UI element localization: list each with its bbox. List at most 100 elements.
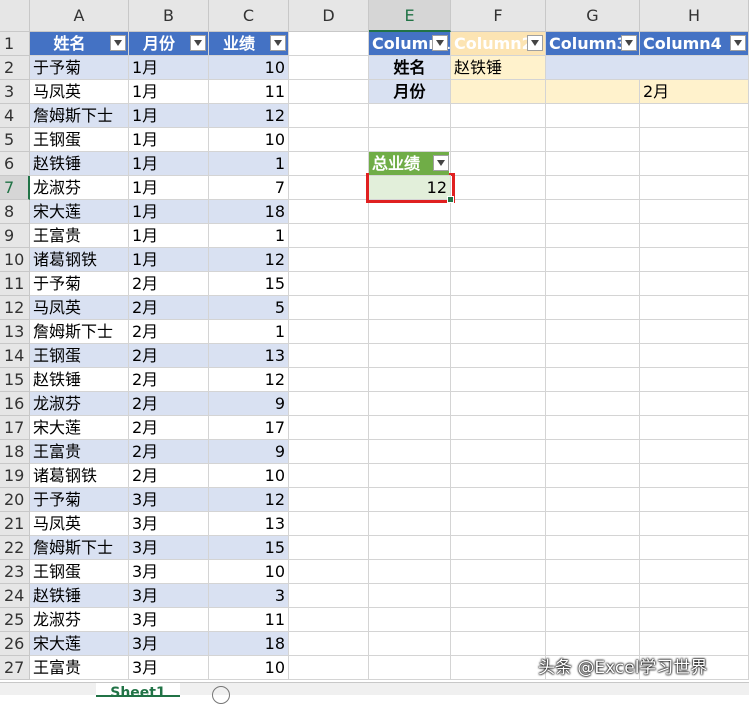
row-header-10[interactable]: 10	[0, 248, 30, 272]
grid-cell[interactable]	[369, 272, 451, 296]
grid-cell[interactable]	[640, 512, 749, 536]
row-header-13[interactable]: 13	[0, 320, 30, 344]
row-header-5[interactable]: 5	[0, 128, 30, 152]
grid-cell[interactable]	[546, 416, 640, 440]
grid-cell[interactable]	[546, 608, 640, 632]
table-cell-month[interactable]: 3月	[129, 488, 209, 512]
grid-cell[interactable]	[640, 440, 749, 464]
grid-cell[interactable]	[289, 80, 369, 104]
table-cell-score[interactable]: 18	[209, 200, 289, 224]
grid-cell[interactable]	[451, 464, 546, 488]
table-cell-score[interactable]: 3	[209, 584, 289, 608]
column-header-g[interactable]: G	[546, 0, 640, 32]
grid-cell[interactable]	[546, 248, 640, 272]
row-header-2[interactable]: 2	[0, 56, 30, 80]
filter-dropdown-icon[interactable]	[527, 35, 543, 51]
grid-cell[interactable]	[451, 152, 546, 176]
grid-cell[interactable]	[369, 296, 451, 320]
grid-cell[interactable]	[546, 128, 640, 152]
grid-cell[interactable]	[546, 152, 640, 176]
grid-cell[interactable]	[369, 128, 451, 152]
table-cell-name[interactable]: 王钢蛋	[30, 560, 129, 584]
row-header-27[interactable]: 27	[0, 656, 30, 680]
table-cell-score[interactable]: 1	[209, 224, 289, 248]
table-cell-name[interactable]: 诸葛钢铁	[30, 464, 129, 488]
row-header-18[interactable]: 18	[0, 440, 30, 464]
grid-cell[interactable]	[546, 584, 640, 608]
grid-cell[interactable]	[451, 536, 546, 560]
grid-cell[interactable]	[546, 560, 640, 584]
grid-cell[interactable]	[289, 320, 369, 344]
column-header-b[interactable]: B	[129, 0, 209, 32]
column-header-f[interactable]: F	[451, 0, 546, 32]
table-cell-name[interactable]: 詹姆斯下士	[30, 104, 129, 128]
table-cell-month[interactable]: 1月	[129, 176, 209, 200]
grid-cell[interactable]	[640, 344, 749, 368]
table-cell-month[interactable]: 2月	[129, 464, 209, 488]
criteria-label-month[interactable]: 月份	[369, 80, 451, 104]
table-cell-score[interactable]: 12	[209, 488, 289, 512]
column-header-h[interactable]: H	[640, 0, 749, 32]
table-cell-score[interactable]: 9	[209, 440, 289, 464]
grid-cell[interactable]	[289, 632, 369, 656]
grid-cell[interactable]	[289, 584, 369, 608]
grid-cell[interactable]	[369, 560, 451, 584]
grid-cell[interactable]	[546, 320, 640, 344]
row-header-19[interactable]: 19	[0, 464, 30, 488]
grid-cell[interactable]	[289, 608, 369, 632]
table-cell-score[interactable]: 10	[209, 464, 289, 488]
table-cell-name[interactable]: 王钢蛋	[30, 128, 129, 152]
grid-cell[interactable]	[369, 512, 451, 536]
grid-cell[interactable]	[640, 296, 749, 320]
criteria-cell[interactable]	[546, 56, 749, 80]
grid-cell[interactable]	[369, 104, 451, 128]
table-cell-score[interactable]: 9	[209, 392, 289, 416]
grid-cell[interactable]	[546, 344, 640, 368]
table-cell-score[interactable]: 18	[209, 632, 289, 656]
grid-cell[interactable]	[640, 488, 749, 512]
grid-cell[interactable]	[640, 560, 749, 584]
criteria-cell[interactable]	[451, 80, 546, 104]
grid-cell[interactable]	[546, 176, 640, 200]
table-cell-score[interactable]: 11	[209, 80, 289, 104]
table-cell-name[interactable]: 马凤英	[30, 296, 129, 320]
grid-cell[interactable]	[451, 416, 546, 440]
grid-cell[interactable]	[640, 368, 749, 392]
table-cell-month[interactable]: 2月	[129, 392, 209, 416]
grid-cell[interactable]	[289, 368, 369, 392]
sheet-tab-sheet1[interactable]: Sheet1	[96, 683, 180, 697]
grid-cell[interactable]	[289, 536, 369, 560]
grid-cell[interactable]	[640, 224, 749, 248]
grid-cell[interactable]	[451, 296, 546, 320]
table-cell-name[interactable]: 于予菊	[30, 488, 129, 512]
grid-cell[interactable]	[640, 320, 749, 344]
grid-cell[interactable]	[289, 152, 369, 176]
table-cell-name[interactable]: 宋大莲	[30, 416, 129, 440]
grid-cell[interactable]	[289, 392, 369, 416]
grid-cell[interactable]	[289, 128, 369, 152]
grid-cell[interactable]	[451, 176, 546, 200]
row-header-26[interactable]: 26	[0, 632, 30, 656]
grid-cell[interactable]	[451, 584, 546, 608]
table-header-score[interactable]: 业绩	[209, 32, 289, 56]
grid-cell[interactable]	[640, 272, 749, 296]
table-cell-name[interactable]: 于予菊	[30, 272, 129, 296]
table-cell-score[interactable]: 10	[209, 56, 289, 80]
grid-cell[interactable]	[369, 368, 451, 392]
table-cell-month[interactable]: 1月	[129, 224, 209, 248]
grid-cell[interactable]	[369, 656, 451, 680]
grid-cell[interactable]	[640, 176, 749, 200]
table-cell-name[interactable]: 龙淑芬	[30, 392, 129, 416]
grid-cell[interactable]	[451, 104, 546, 128]
grid-cell[interactable]	[289, 488, 369, 512]
table-cell-name[interactable]: 王富贵	[30, 440, 129, 464]
grid-cell[interactable]	[640, 536, 749, 560]
grid-cell[interactable]	[451, 608, 546, 632]
grid-cell[interactable]	[546, 488, 640, 512]
table-cell-score[interactable]: 12	[209, 248, 289, 272]
filter-dropdown-icon[interactable]	[433, 155, 449, 171]
table-cell-month[interactable]: 2月	[129, 272, 209, 296]
row-header-17[interactable]: 17	[0, 416, 30, 440]
grid-cell[interactable]	[546, 392, 640, 416]
grid-cell[interactable]	[289, 416, 369, 440]
